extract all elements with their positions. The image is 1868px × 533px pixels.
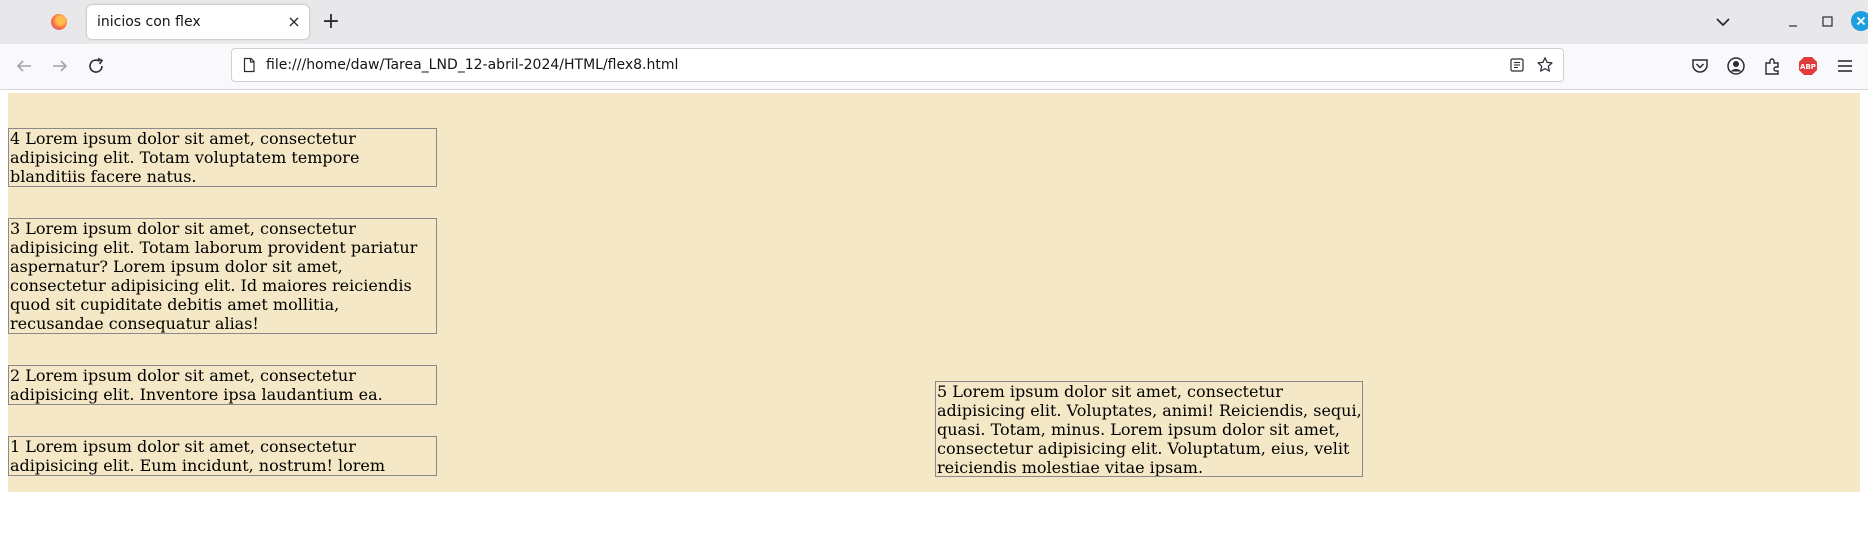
pocket-icon[interactable] <box>1689 55 1711 77</box>
page-icon <box>243 57 255 73</box>
flex-item-1: 1 Lorem ipsum dolor sit amet, consectetu… <box>8 436 437 476</box>
firefox-logo-icon[interactable] <box>51 14 67 30</box>
url-bar[interactable]: file:///home/daw/Tarea_LND_12-abril-2024… <box>231 48 1564 82</box>
flex-item-5: 5 Lorem ipsum dolor sit amet, consectetu… <box>935 381 1363 477</box>
navigation-toolbar: file:///home/daw/Tarea_LND_12-abril-2024… <box>0 44 1868 90</box>
account-icon[interactable] <box>1725 55 1747 77</box>
reload-icon[interactable] <box>84 54 108 78</box>
tab-active[interactable]: inicios con flex × <box>87 5 309 39</box>
extensions-icon[interactable] <box>1761 55 1783 77</box>
maximize-icon[interactable] <box>1818 12 1838 32</box>
new-tab-button[interactable]: + <box>320 11 342 33</box>
hamburger-menu-icon[interactable] <box>1834 55 1856 77</box>
flex-container: 4 Lorem ipsum dolor sit amet, consectetu… <box>8 93 1860 492</box>
flex-item-2: 2 Lorem ipsum dolor sit amet, consectetu… <box>8 365 437 405</box>
adblock-plus-icon[interactable]: ABP <box>1797 55 1819 77</box>
tab-strip: inicios con flex × + <box>0 0 1868 44</box>
flex-item-3: 3 Lorem ipsum dolor sit amet, consectetu… <box>8 218 437 334</box>
forward-arrow-icon[interactable] <box>48 54 72 78</box>
abp-label: ABP <box>1800 63 1816 71</box>
tab-close-icon[interactable]: × <box>285 13 303 31</box>
tab-title: inicios con flex <box>97 14 201 30</box>
back-arrow-icon[interactable] <box>12 54 36 78</box>
bookmark-star-icon[interactable] <box>1536 56 1554 74</box>
flex-item-4: 4 Lorem ipsum dolor sit amet, consectetu… <box>8 128 437 187</box>
reader-view-icon[interactable] <box>1509 57 1525 73</box>
minimize-icon[interactable] <box>1784 12 1804 32</box>
page-viewport: 4 Lorem ipsum dolor sit amet, consectetu… <box>0 90 1868 533</box>
close-window-icon[interactable] <box>1851 11 1868 31</box>
chevron-down-icon[interactable] <box>1713 12 1733 32</box>
url-text[interactable]: file:///home/daw/Tarea_LND_12-abril-2024… <box>266 57 678 73</box>
